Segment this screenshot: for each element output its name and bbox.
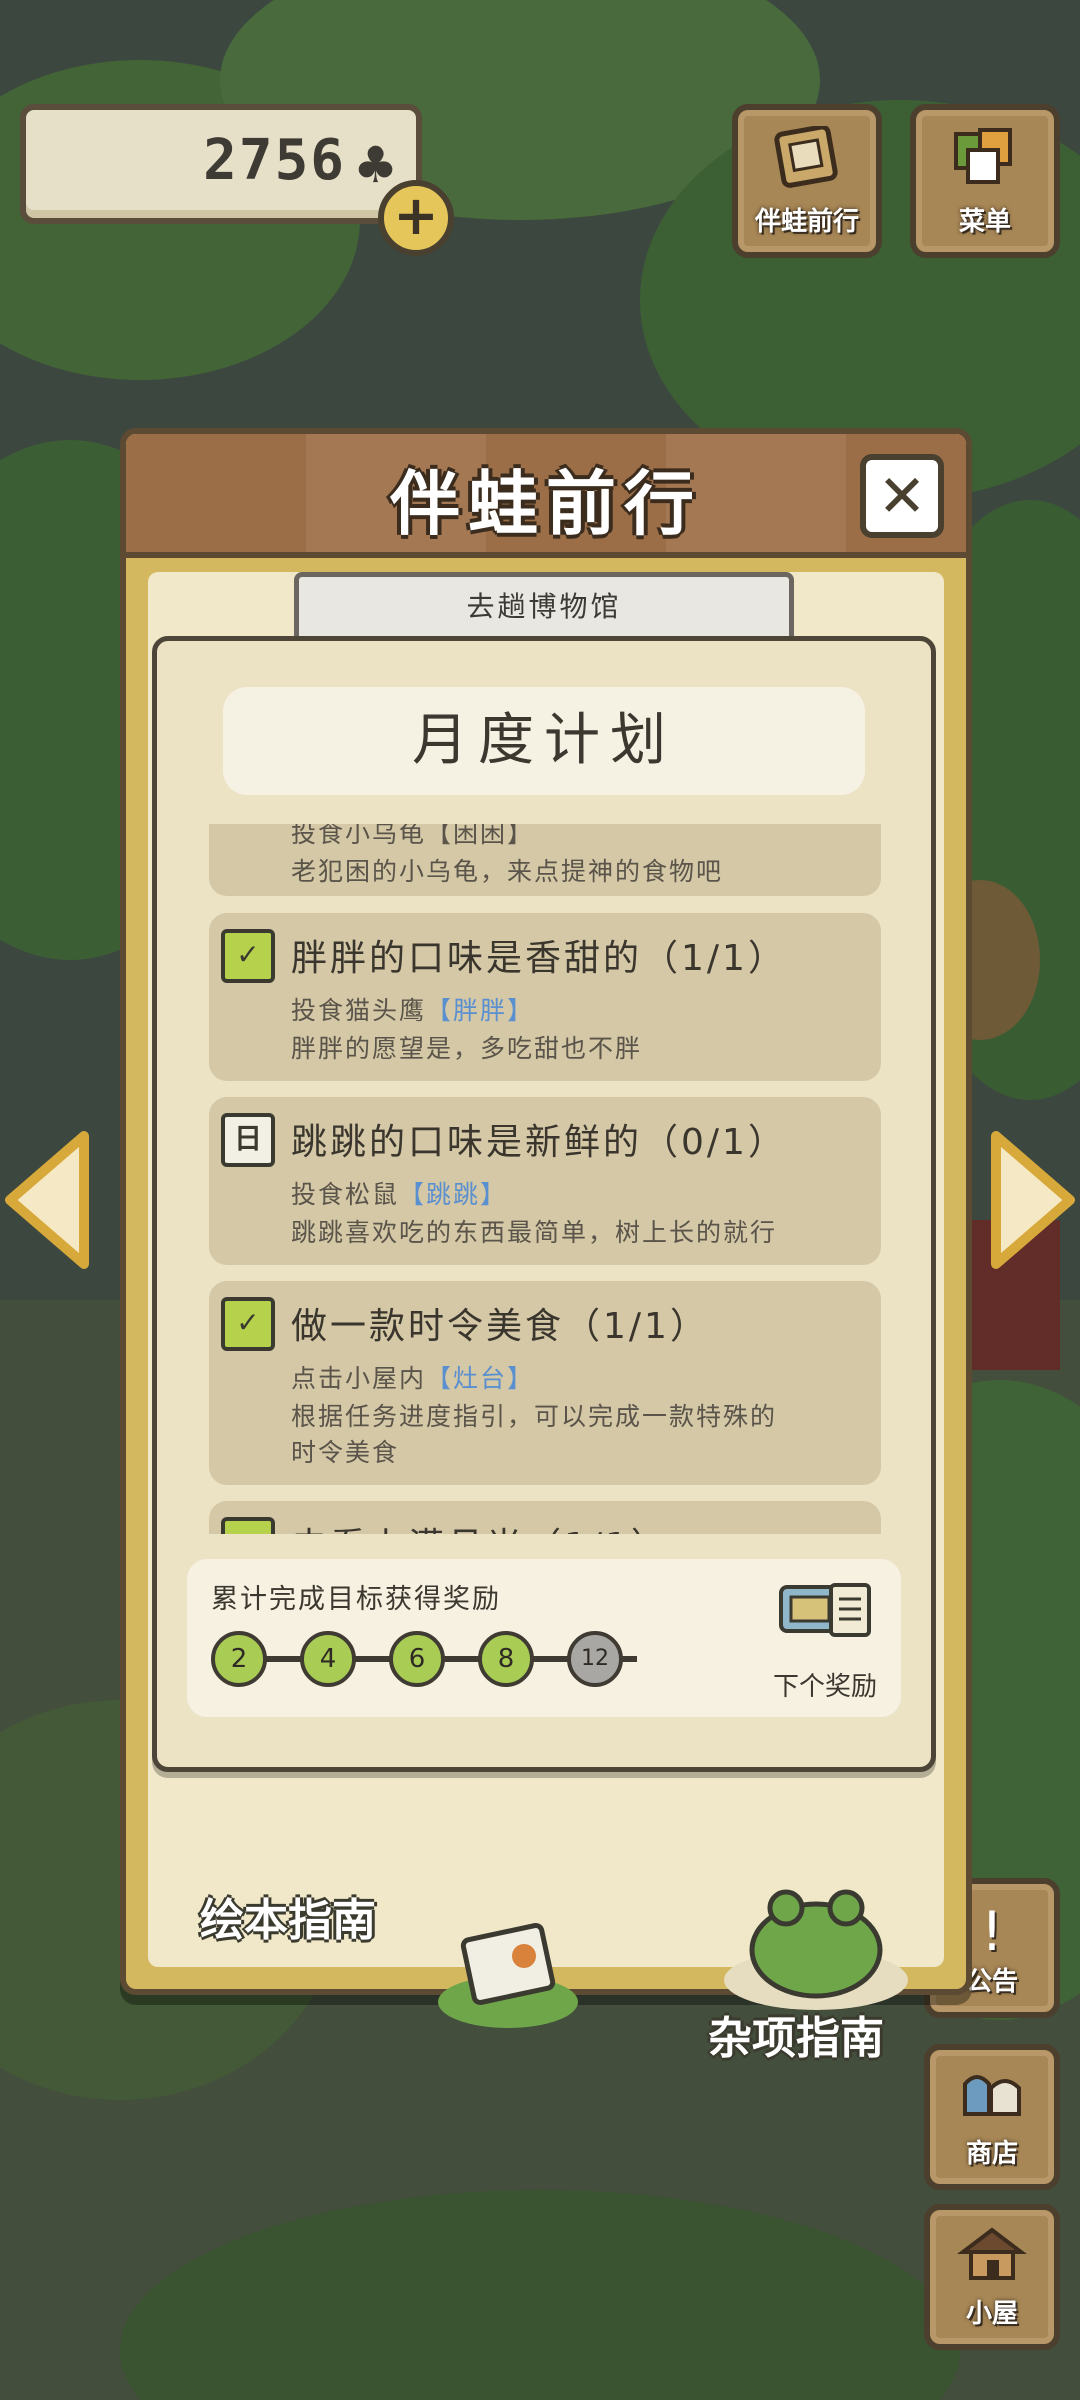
clover-icon: ♣ [353,136,398,194]
destination-banner: 去趟博物馆 [294,572,794,644]
prev-page-arrow[interactable] [4,1130,90,1270]
milestone-node[interactable]: 8 [478,1631,534,1687]
bag-icon [930,2066,1054,2132]
task-target: 【跳跳】 [399,1180,508,1209]
task-item: ✓ 去看上满月光（1/1） [209,1501,881,1534]
guide-book-icon[interactable] [428,1912,588,2032]
checked-calendar-icon: ✓ [221,929,275,983]
task-title: 胖胖的口味是香甜的（1/1） [291,938,787,979]
menu-cards-icon [916,126,1054,202]
task-item: 日 跳跳的口味是新鲜的（0/1） 投食松鼠【跳跳】 跳跳喜欢吃的东西最简单，树上… [209,1097,881,1265]
frog-statue-icon [724,1889,908,2010]
calendar-icon: 日 [221,1113,275,1167]
task-action: 投食松鼠 [291,1180,400,1209]
milestone-node[interactable]: 2 [211,1631,267,1687]
task-note: 跳跳喜欢吃的东西最简单，树上长的就行 [291,1218,778,1247]
shop-button[interactable]: 商店 [924,2044,1060,2190]
house-button[interactable]: 小屋 [924,2204,1060,2350]
task-title: 去看上满月光（1/1） [291,1517,670,1534]
house-icon [930,2226,1054,2296]
task-desc: 点击小屋内【灶台】 [291,1359,534,1395]
task-item: ✓ 做一款时令美食（1/1） 点击小屋内【灶台】 根据任务进度指引，可以完成一款… [209,1281,881,1485]
plan-title: 月度计划 [223,687,865,795]
milestone-node[interactable]: 4 [300,1631,356,1687]
task-desc: 投食小乌龟【困困】 [291,824,535,848]
task-action: 点击小屋内 [291,1364,427,1393]
shop-button-label: 商店 [965,2139,1018,2169]
task-action: 投食猫头鹰 [291,996,427,1025]
reward-ticket-icon[interactable] [775,1579,875,1641]
reward-progress: 累计完成目标获得奖励 2 4 6 8 12 下个奖励 [187,1559,901,1717]
add-clover-button[interactable]: + [378,180,454,256]
modal-title: 伴蛙前行 [390,463,702,545]
task-title: 跳跳的口味是新鲜的（0/1） [291,1122,787,1163]
menu-button-label: 菜单 [958,207,1011,237]
next-reward-label: 下个奖励 [772,1672,877,1702]
clover-amount: 2756 [203,128,346,193]
task-target: 【胖胖】 [426,996,535,1025]
clover-counter: 2756 ♣ [20,104,422,224]
journey-button-label: 伴蛙前行 [754,207,859,237]
checked-calendar-icon: ✓ [221,1297,275,1351]
menu-button[interactable]: 菜单 [910,104,1060,258]
task-note: 胖胖的愿望是，多吃甜也不胖 [291,1034,643,1063]
modal-header: 伴蛙前行 ✕ [126,434,966,558]
task-note: 根据任务进度指引，可以完成一款特殊的 [291,1402,778,1431]
house-button-label: 小屋 [965,2299,1018,2329]
task-target: 【灶台】 [426,1364,535,1393]
milestone-node[interactable]: 6 [389,1631,445,1687]
monthly-plan-panel: 月度计划 投食小乌龟【困困】 老犯困的小乌龟，来点提神的食物吧 ✓ 胖胖的口味是… [152,636,936,1772]
journey-button[interactable]: 伴蛙前行 [732,104,882,258]
reward-progress-label: 累计完成目标获得奖励 [211,1584,501,1615]
milestone-node[interactable]: 12 [567,1631,623,1687]
journey-book-icon [738,124,876,202]
chevron-right-icon [991,1131,1075,1269]
close-button[interactable]: ✕ [860,454,944,538]
task-title: 做一款时令美食（1/1） [291,1306,709,1347]
checked-calendar-icon: ✓ [221,1517,275,1534]
task-item: 投食小乌龟【困困】 老犯困的小乌龟，来点提神的食物吧 [209,824,881,896]
picture-book-guide-label[interactable]: 绘本指南 [200,1884,376,1948]
task-desc: 投食松鼠【跳跳】 [291,1175,507,1211]
task-desc: 投食猫头鹰【胖胖】 [291,991,534,1027]
chevron-left-icon [5,1131,89,1269]
task-item: ✓ 胖胖的口味是香甜的（1/1） 投食猫头鹰【胖胖】 胖胖的愿望是，多吃甜也不胖 [209,913,881,1081]
task-list[interactable]: 投食小乌龟【困困】 老犯困的小乌龟，来点提神的食物吧 ✓ 胖胖的口味是香甜的（1… [209,824,881,1534]
task-note-cont: 时令美食 [291,1438,400,1467]
misc-guide-label[interactable]: 杂项指南 [708,2002,884,2066]
next-page-arrow[interactable] [990,1130,1076,1270]
task-note: 老犯困的小乌龟，来点提神的食物吧 [291,857,724,886]
